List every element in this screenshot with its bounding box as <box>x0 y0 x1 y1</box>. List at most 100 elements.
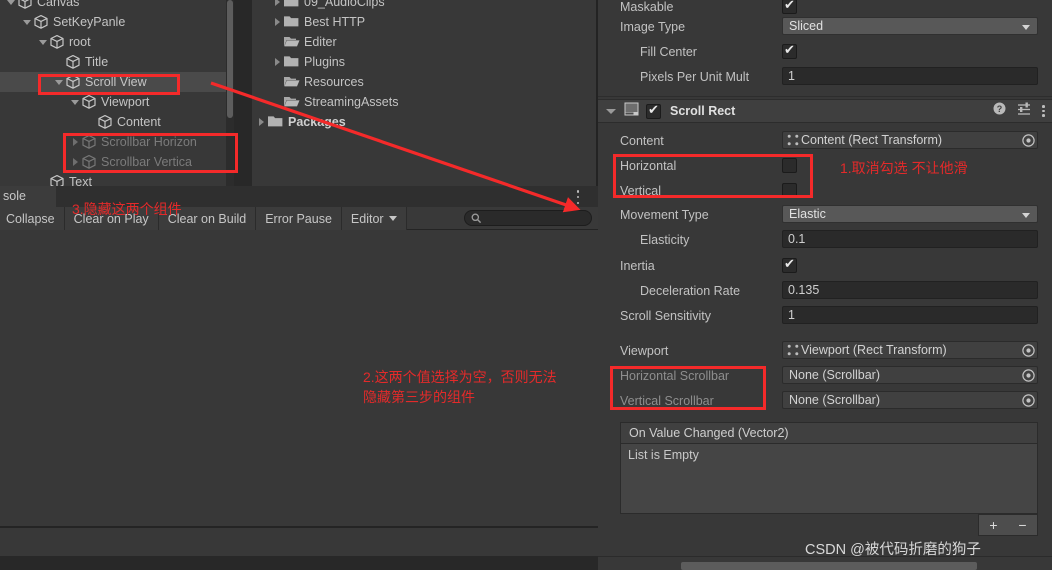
toolbar-spacer <box>406 207 458 229</box>
project-item-editer[interactable]: Editer <box>252 32 596 52</box>
hierarchy-item-title[interactable]: Title <box>0 52 234 72</box>
scrollrect-content-object-field[interactable]: Content (Rect Transform) <box>782 131 1038 149</box>
image-pixels-per-unit-mult-input[interactable]: 1 <box>782 67 1038 85</box>
object-picker-icon[interactable] <box>1021 393 1035 407</box>
hierarchy-item-label: Scrollbar Vertica <box>101 155 193 169</box>
gameobject-cube-icon <box>98 115 112 129</box>
error-pause-button[interactable]: Error Pause <box>256 207 342 230</box>
scrollrect-vertical-scrollbar-object-field[interactable]: None (Scrollbar) <box>782 391 1038 409</box>
collapse-triangle-icon[interactable] <box>272 12 283 32</box>
hierarchy-item-label: Title <box>85 55 109 69</box>
scrollrect-scroll-sensitivity-row: Scroll Sensitivity 1 <box>598 303 1052 328</box>
scrollrect-viewport-object-field[interactable]: Viewport (Rect Transform) <box>782 341 1038 359</box>
project-item-best-http[interactable]: Best HTTP <box>252 12 596 32</box>
hierarchy-scrollbar[interactable] <box>226 0 234 186</box>
expand-triangle-icon[interactable] <box>54 72 65 92</box>
scrollrect-vertical-scrollbar-picker[interactable] <box>1019 392 1037 408</box>
add-event-button[interactable]: + <box>979 515 1008 535</box>
project-item-09-audioclips[interactable]: 09_AudioClips <box>252 0 596 12</box>
project-item-packages[interactable]: Packages <box>252 112 596 132</box>
console-menu-kebab-icon[interactable] <box>572 190 584 204</box>
scrollrect-movement-type-row: Movement Type Elastic <box>598 202 1052 227</box>
scrollrect-horizontal-checkbox[interactable] <box>782 158 797 173</box>
folder-open-icon <box>284 97 300 107</box>
gameobject-cube-icon <box>66 55 80 69</box>
hierarchy-item-label: root <box>69 35 91 49</box>
hierarchy-item-scroll-view[interactable]: Scroll View <box>0 72 234 92</box>
image-image-type-value: Sliced <box>789 19 824 33</box>
scrollrect-scroll-sensitivity-input[interactable]: 1 <box>782 306 1038 324</box>
hierarchy-item-viewport[interactable]: Viewport <box>0 92 234 112</box>
scrollrect-deceleration-rate-input[interactable]: 0.135 <box>782 281 1038 299</box>
collapse-triangle-icon[interactable] <box>272 52 283 72</box>
object-picker-icon[interactable] <box>1021 133 1035 147</box>
hierarchy-item-scrollbar-horizon[interactable]: Scrollbar Horizon <box>0 132 234 152</box>
object-picker-icon[interactable] <box>1021 343 1035 357</box>
image-fill-center-checkbox[interactable] <box>782 42 797 59</box>
console-search-wrap <box>458 207 598 229</box>
collapse-button[interactable]: Collapse <box>0 207 65 230</box>
search-icon <box>471 213 482 223</box>
folder-icon <box>284 0 299 7</box>
annotation-note-2-line2: 隐藏第三步的组件 <box>363 389 475 405</box>
hierarchy-scrollbar-thumb[interactable] <box>227 0 233 118</box>
hierarchy-item-root[interactable]: root <box>0 32 234 52</box>
folder-open-icon <box>284 37 300 47</box>
project-item-streamingassets[interactable]: StreamingAssets <box>252 92 596 112</box>
expand-triangle-icon[interactable] <box>6 0 17 12</box>
scrollrect-elasticity-input[interactable]: 0.1 <box>782 230 1038 248</box>
editor-dropdown-button[interactable]: Editor <box>341 207 407 230</box>
scrollrect-vertical-row: Vertical <box>598 178 1052 203</box>
expand-triangle-icon[interactable] <box>38 32 49 52</box>
scrollrect-horizontal-scrollbar-object-field[interactable]: None (Scrollbar) <box>782 366 1038 384</box>
image-image-type-dropdown[interactable]: Sliced <box>782 17 1038 35</box>
collapse-triangle-icon[interactable] <box>70 132 81 152</box>
scrollrect-movement-type-dropdown[interactable]: Elastic <box>782 205 1038 223</box>
scrollrect-elasticity-value: 0.1 <box>788 232 806 246</box>
collapse-triangle-icon[interactable] <box>272 0 283 12</box>
folder-icon <box>268 116 283 127</box>
hierarchy-item-label: Viewport <box>101 95 150 109</box>
preset-icon[interactable] <box>1017 102 1031 120</box>
hierarchy-panel: Canvas SetKeyPanle root Title Scroll View Vie… <box>0 0 234 189</box>
image-maskable-checkbox[interactable] <box>782 0 797 14</box>
hierarchy-item-scrollbar-vertica[interactable]: Scrollbar Vertica <box>0 152 234 172</box>
hierarchy-item-setkeypanle[interactable]: SetKeyPanle <box>0 12 234 32</box>
hierarchy-item-content[interactable]: Content <box>0 112 234 132</box>
gameobject-cube-icon <box>50 35 64 49</box>
foldout-triangle-icon[interactable] <box>606 106 617 117</box>
scrollrect-vertical-label: Vertical <box>620 183 661 198</box>
project-item-plugins[interactable]: Plugins <box>252 52 596 72</box>
gameobject-cube-icon <box>82 155 96 169</box>
project-item-label: 09_AudioClips <box>304 0 385 9</box>
project-item-resources[interactable]: Resources <box>252 72 596 92</box>
add-component-button[interactable] <box>681 562 977 570</box>
image-maskable-label: Maskable <box>620 0 674 14</box>
scrollrect-viewport-label: Viewport <box>620 343 669 358</box>
tab-console[interactable]: sole <box>0 186 56 207</box>
help-icon[interactable]: ? <box>993 102 1006 120</box>
expand-triangle-icon[interactable] <box>70 92 81 112</box>
annotation-note-1: 1.取消勾选 不让他滑 <box>840 160 968 176</box>
scrollrect-elasticity-row: Elasticity 0.1 <box>598 227 1052 252</box>
project-item-label: Resources <box>304 75 364 89</box>
scroll-rect-enabled-checkbox[interactable] <box>646 102 661 119</box>
scrollrect-viewport-picker[interactable] <box>1019 342 1037 358</box>
remove-event-button[interactable]: − <box>1008 515 1037 535</box>
scroll-rect-component-header[interactable]: Scroll Rect ? <box>598 99 1052 123</box>
expand-triangle-icon[interactable] <box>22 12 33 32</box>
scrollrect-horizontal-scrollbar-picker[interactable] <box>1019 367 1037 383</box>
kebab-menu-icon[interactable] <box>1042 105 1045 117</box>
scrollrect-content-label: Content <box>620 133 664 148</box>
object-picker-icon[interactable] <box>1021 368 1035 382</box>
scrollrect-inertia-checkbox[interactable] <box>782 256 797 273</box>
scrollrect-content-picker[interactable] <box>1019 132 1037 148</box>
collapse-triangle-icon[interactable] <box>256 112 267 132</box>
collapse-triangle-icon[interactable] <box>70 152 81 172</box>
scrollrect-vertical-checkbox[interactable] <box>782 183 797 198</box>
search-input[interactable] <box>464 210 592 226</box>
hierarchy-item-canvas[interactable]: Canvas <box>0 0 234 12</box>
scrollrect-content-value: Content (Rect Transform) <box>801 133 943 147</box>
scroll-rect-title: Scroll Rect <box>670 104 736 118</box>
hierarchy-item-label: Canvas <box>37 0 80 9</box>
